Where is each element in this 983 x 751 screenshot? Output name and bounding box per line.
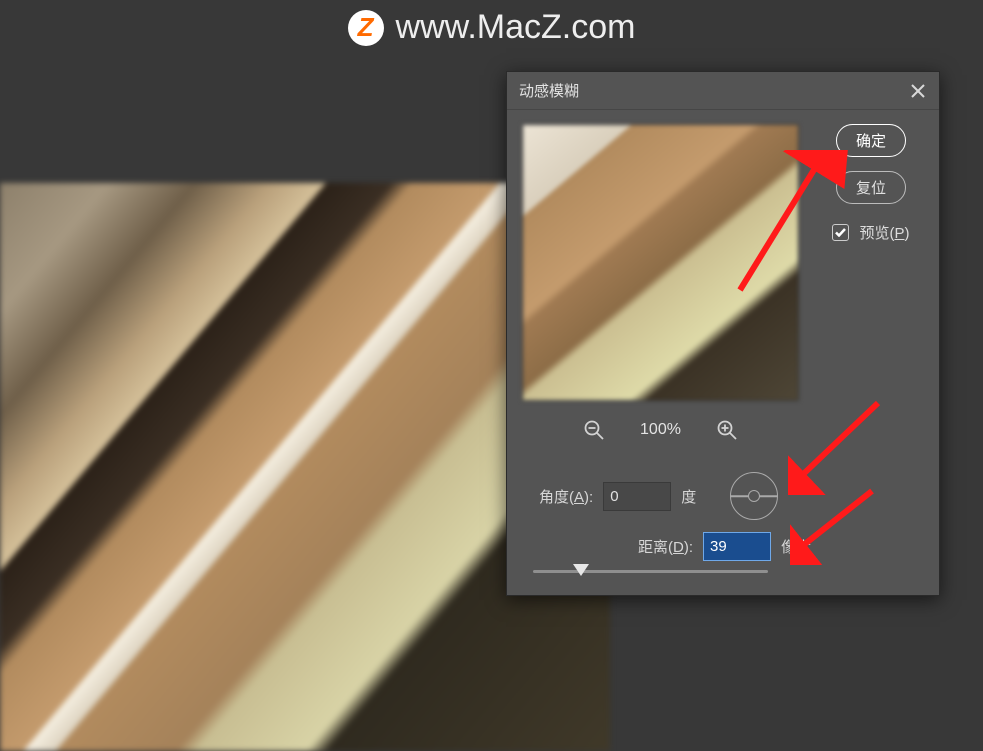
check-icon (835, 228, 846, 237)
distance-slider-thumb[interactable] (573, 564, 589, 576)
dialog-body: 确定 复位 预览(P) (507, 110, 939, 595)
zoom-in-button[interactable] (715, 418, 739, 442)
distance-input[interactable] (703, 532, 771, 561)
zoom-out-button[interactable] (582, 418, 606, 442)
side-controls: 确定 复位 预览(P) (819, 124, 923, 243)
angle-unit: 度 (681, 486, 696, 507)
zoom-controls: 100% (522, 412, 799, 448)
distance-label: 距离(D): (638, 536, 693, 557)
zoom-out-icon (584, 420, 604, 440)
motion-blur-dialog: 动感模糊 确定 复位 预览(P) (506, 71, 940, 596)
dialog-title: 动感模糊 (519, 80, 579, 101)
zoom-in-icon (717, 420, 737, 440)
header-url: www.MacZ.com (396, 8, 636, 47)
logo-badge: Z (348, 10, 384, 46)
ok-label: 确定 (856, 130, 886, 151)
ok-button[interactable]: 确定 (836, 124, 906, 157)
preview-label: 预览(P) (859, 222, 909, 243)
close-icon (911, 84, 925, 98)
distance-unit: 像素 (781, 536, 811, 557)
distance-row: 距离(D): 像素 (638, 532, 811, 561)
dialog-titlebar[interactable]: 动感模糊 (507, 72, 939, 110)
angle-row: 角度(A): 度 (539, 472, 778, 520)
distance-slider-track[interactable] (533, 570, 768, 573)
reset-button[interactable]: 复位 (836, 171, 906, 204)
header: Z www.MacZ.com (0, 0, 983, 55)
zoom-level: 100% (640, 421, 681, 439)
angle-dial[interactable] (730, 472, 778, 520)
close-button[interactable] (909, 82, 927, 100)
angle-label: 角度(A): (539, 486, 593, 507)
logo-letter: Z (358, 12, 374, 43)
angle-input[interactable] (603, 482, 671, 511)
preview-thumbnail[interactable] (522, 124, 799, 401)
preview-checkbox[interactable] (832, 224, 849, 241)
reset-label: 复位 (856, 177, 886, 198)
preview-toggle[interactable]: 预览(P) (832, 222, 909, 243)
